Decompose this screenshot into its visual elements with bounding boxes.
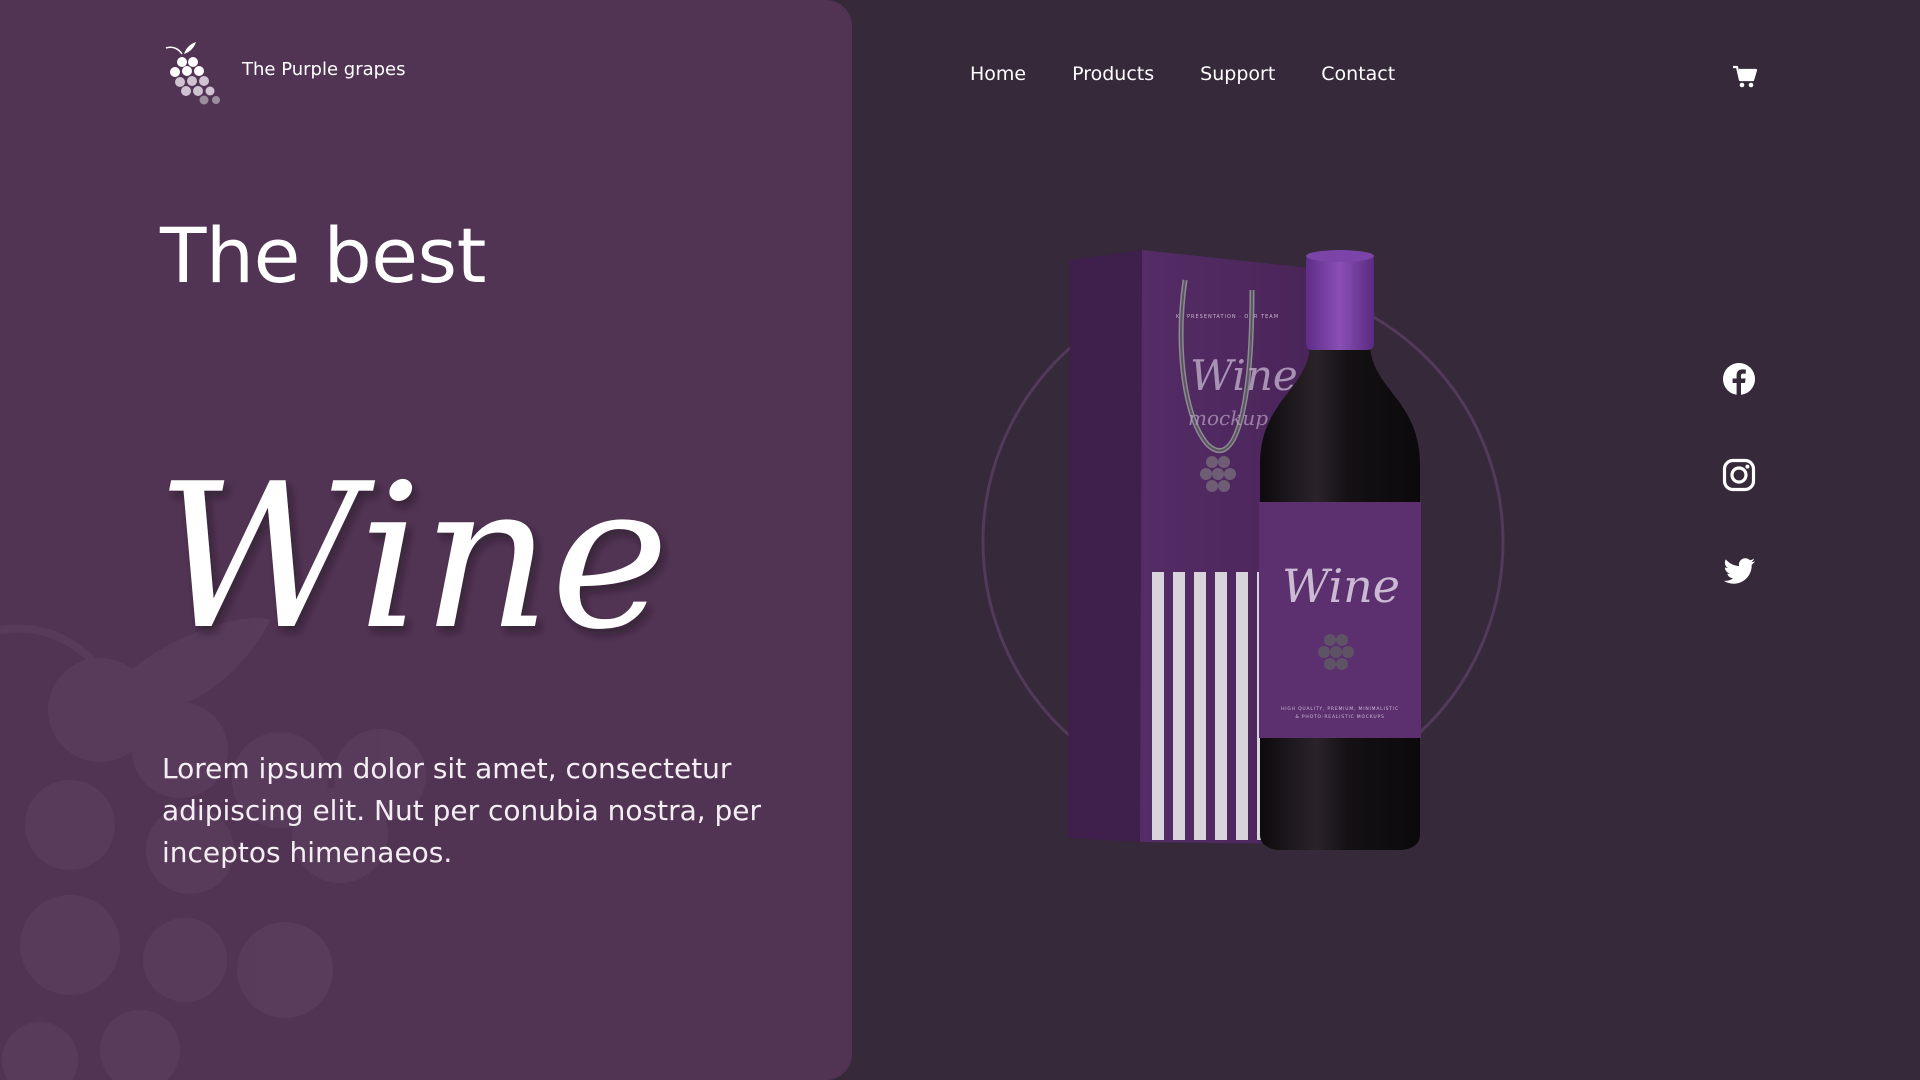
- bag-top-text: KE PRESENTATION · OUR TEAM: [1176, 314, 1279, 320]
- bottle-small-text-1: HIGH QUALITY, PREMIUM, MINIMALISTIC: [1281, 706, 1399, 712]
- bottle-small-text-2: & PHOTO-REALISTIC MOCKUPS: [1295, 714, 1384, 720]
- bag-script-text: Wine: [1190, 351, 1298, 400]
- brand-name: The Purple grapes: [242, 58, 406, 80]
- nav-support[interactable]: Support: [1200, 63, 1275, 85]
- instagram-link[interactable]: [1722, 458, 1756, 492]
- hero-panel: The Purple grapes The best Wines Lorem i…: [0, 0, 852, 1080]
- hero-script-title: Wines: [156, 441, 670, 674]
- bag-side: [1068, 250, 1142, 842]
- product-image: KE PRESENTATION · OUR TEAM Wine mockup W…: [981, 250, 1505, 850]
- cart-icon[interactable]: [1732, 64, 1758, 90]
- bottle-script-text: Wine: [1282, 559, 1400, 613]
- instagram-icon: [1722, 458, 1756, 492]
- bag-sub-text: mockup: [1188, 406, 1268, 430]
- bottle-label: [1259, 502, 1421, 738]
- twitter-link[interactable]: [1722, 554, 1756, 588]
- nav-products[interactable]: Products: [1072, 63, 1154, 85]
- script-title-text: Wines: [156, 441, 670, 674]
- facebook-link[interactable]: [1722, 362, 1756, 396]
- brand[interactable]: The Purple grapes: [160, 40, 406, 106]
- hero-description: Lorem ipsum dolor sit amet, consectetur …: [162, 752, 762, 869]
- hero-headline: The best: [160, 211, 486, 300]
- nav-home[interactable]: Home: [970, 63, 1026, 85]
- main-nav: Home Products Support Contact: [970, 63, 1395, 85]
- facebook-icon: [1723, 363, 1755, 395]
- bottle-cap: [1306, 254, 1374, 350]
- twitter-icon: [1723, 558, 1755, 584]
- nav-contact[interactable]: Contact: [1321, 63, 1395, 85]
- grapes-icon: [165, 42, 220, 105]
